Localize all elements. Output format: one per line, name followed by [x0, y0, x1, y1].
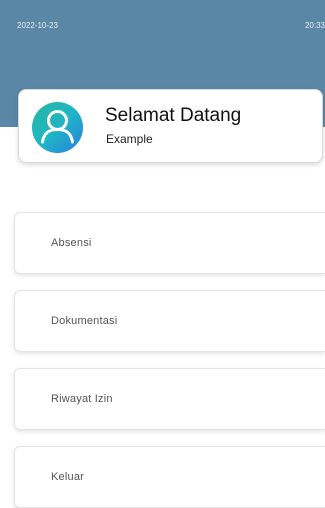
welcome-card: Selamat Datang Example [18, 89, 323, 163]
status-date: 2022-10-23 [17, 21, 58, 30]
menu-item-label: Dokumentasi [51, 315, 118, 327]
menu-item-riwayat-izin[interactable]: Riwayat Izin [14, 368, 325, 430]
user-icon [41, 110, 74, 144]
menu-item-label: Keluar [51, 471, 84, 483]
welcome-title: Selamat Datang [105, 105, 242, 126]
menu-item-label: Riwayat Izin [51, 393, 113, 405]
menu-item-label: Absensi [51, 237, 92, 249]
menu-item-absensi[interactable]: Absensi [14, 212, 325, 274]
menu-item-dokumentasi[interactable]: Dokumentasi [14, 290, 325, 352]
menu-item-keluar[interactable]: Keluar [14, 446, 325, 508]
status-time: 20:33 [304, 21, 325, 30]
user-name: Example [106, 132, 153, 146]
avatar[interactable] [32, 102, 83, 153]
